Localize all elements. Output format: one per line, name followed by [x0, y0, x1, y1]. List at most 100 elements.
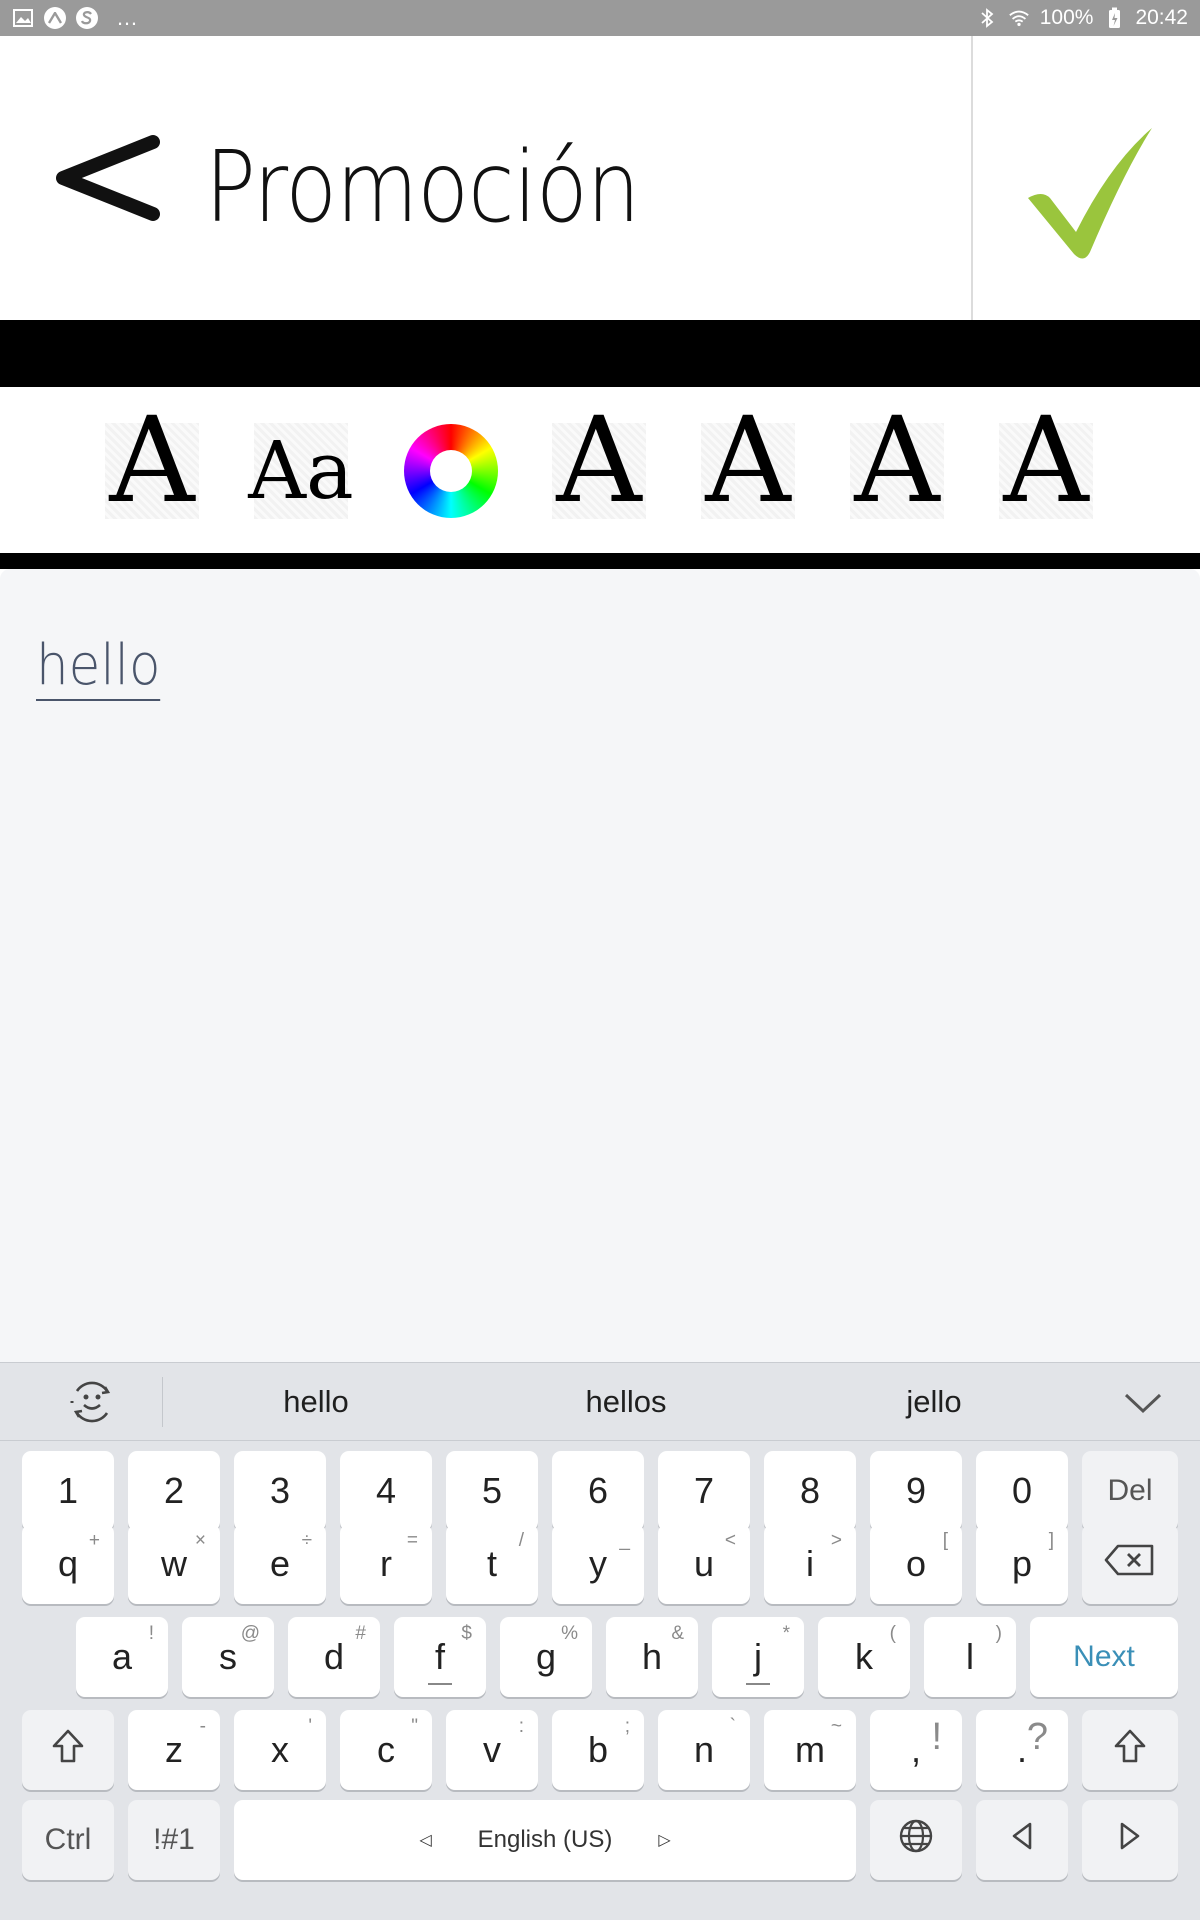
font-glyph: A: [556, 391, 642, 529]
key-g[interactable]: g%: [500, 1617, 592, 1697]
key-6[interactable]: 6: [552, 1451, 644, 1531]
key-s[interactable]: s @: [182, 1617, 274, 1697]
gallery-notification-icon: [12, 7, 34, 29]
key-comma[interactable]: ,!: [870, 1710, 962, 1790]
header: Promoción: [0, 36, 1200, 320]
del-key[interactable]: Del: [1082, 1451, 1178, 1531]
key-5[interactable]: 5: [446, 1451, 538, 1531]
keyboard: hello hellos jello 1 2 3 4 5 6 7 8 9 0 Del q + w × e ÷ r =…: [0, 1362, 1200, 1920]
key-hint: *: [782, 1623, 790, 1644]
language-key[interactable]: [870, 1800, 962, 1880]
shift-key-right[interactable]: [1082, 1710, 1178, 1790]
key-w[interactable]: w ×: [128, 1524, 220, 1604]
key-1[interactable]: 1: [22, 1451, 114, 1531]
key-k[interactable]: k(: [818, 1617, 910, 1697]
key-hint: `: [729, 1716, 736, 1737]
ctrl-key[interactable]: Ctrl: [22, 1800, 114, 1880]
status-bar: … 100% 20:42: [0, 0, 1200, 36]
shift-key-left[interactable]: [22, 1710, 114, 1790]
text-editor[interactable]: hello: [0, 569, 1200, 1362]
key-4[interactable]: 4: [340, 1451, 432, 1531]
key-u[interactable]: u <: [658, 1524, 750, 1604]
key-label: 8: [799, 1470, 821, 1511]
cursor-left-key[interactable]: [976, 1800, 1068, 1880]
font-style-button-5[interactable]: A: [999, 401, 1093, 519]
key-c[interactable]: c ": [340, 1710, 432, 1790]
key-2[interactable]: 2: [128, 1451, 220, 1531]
key-d[interactable]: d #: [288, 1617, 380, 1697]
key-x[interactable]: x ': [234, 1710, 326, 1790]
back-button[interactable]: [55, 128, 165, 248]
key-o[interactable]: o[: [870, 1524, 962, 1604]
space-key[interactable]: ◁ English (US) ▷: [234, 1800, 856, 1880]
key-label: c: [377, 1729, 395, 1770]
key-e[interactable]: e ÷: [234, 1524, 326, 1604]
font-size-glyph: Aa: [248, 424, 354, 517]
key-label: Ctrl: [44, 1823, 92, 1856]
font-size-button[interactable]: Aa: [248, 423, 354, 519]
battery-charging-icon: [1103, 7, 1125, 29]
font-style-button-1[interactable]: A: [105, 401, 199, 519]
globe-icon: [898, 1818, 934, 1862]
key-label: g: [535, 1636, 557, 1677]
key-z[interactable]: z-: [128, 1710, 220, 1790]
emoji-button[interactable]: [60, 1377, 124, 1427]
key-q[interactable]: q +: [22, 1524, 114, 1604]
key-m[interactable]: m ~: [764, 1710, 856, 1790]
app-notification-icon: [44, 7, 66, 29]
battery-percent: 100%: [1039, 6, 1094, 29]
key-v[interactable]: v:: [446, 1710, 538, 1790]
key-7[interactable]: 7: [658, 1451, 750, 1531]
clock: 20:42: [1135, 6, 1188, 29]
suggestion-2[interactable]: hellos: [496, 1363, 756, 1441]
symbols-key[interactable]: !#1: [128, 1800, 220, 1880]
key-hint: ]: [1048, 1530, 1054, 1551]
suggestion-1[interactable]: hello: [186, 1363, 446, 1441]
key-label: 5: [481, 1470, 503, 1511]
text-color-button[interactable]: [404, 423, 498, 519]
font-style-button-2[interactable]: A: [552, 401, 646, 519]
key-f[interactable]: f $: [394, 1617, 486, 1697]
key-label: 9: [905, 1470, 927, 1511]
cursor-right-key[interactable]: [1082, 1800, 1178, 1880]
suggestion-3[interactable]: jello: [804, 1363, 1064, 1441]
key-label: ,: [910, 1729, 921, 1770]
font-style-button-3[interactable]: A: [701, 401, 795, 519]
key-j[interactable]: j *: [712, 1617, 804, 1697]
key-i[interactable]: i >: [764, 1524, 856, 1604]
key-b[interactable]: b;: [552, 1710, 644, 1790]
font-style-button-4[interactable]: A: [850, 401, 944, 519]
arrow-right-icon: [1118, 1821, 1142, 1859]
key-9[interactable]: 9: [870, 1451, 962, 1531]
key-label: 6: [587, 1470, 609, 1511]
key-label: j: [754, 1636, 762, 1677]
key-hint: <: [724, 1530, 736, 1551]
font-toolbar: A Aa A A A A: [0, 387, 1200, 553]
editor-text[interactable]: hello: [36, 635, 161, 701]
key-label: t: [486, 1543, 497, 1584]
key-hint: -: [199, 1716, 206, 1737]
key-3[interactable]: 3: [234, 1451, 326, 1531]
key-p[interactable]: p]: [976, 1524, 1068, 1604]
key-r[interactable]: r =: [340, 1524, 432, 1604]
backspace-key[interactable]: [1082, 1524, 1178, 1604]
key-hint: #: [355, 1623, 366, 1644]
key-a[interactable]: a!: [76, 1617, 168, 1697]
key-period[interactable]: .?: [976, 1710, 1068, 1790]
next-key[interactable]: Next: [1030, 1617, 1178, 1697]
key-t[interactable]: t /: [446, 1524, 538, 1604]
collapse-suggestions-button[interactable]: [1118, 1383, 1168, 1423]
key-hint: %: [561, 1623, 578, 1644]
key-l[interactable]: l): [924, 1617, 1016, 1697]
key-label: 0: [1011, 1470, 1033, 1511]
page-title: Promoción: [205, 131, 640, 245]
key-n[interactable]: n `: [658, 1710, 750, 1790]
key-0[interactable]: 0: [976, 1451, 1068, 1531]
key-h[interactable]: h &: [606, 1617, 698, 1697]
color-wheel-icon: [404, 424, 498, 518]
key-label: Next: [1073, 1640, 1135, 1673]
confirm-button[interactable]: [1020, 124, 1156, 268]
key-y[interactable]: y _: [552, 1524, 644, 1604]
key-8[interactable]: 8: [764, 1451, 856, 1531]
key-hint: _: [619, 1530, 630, 1551]
